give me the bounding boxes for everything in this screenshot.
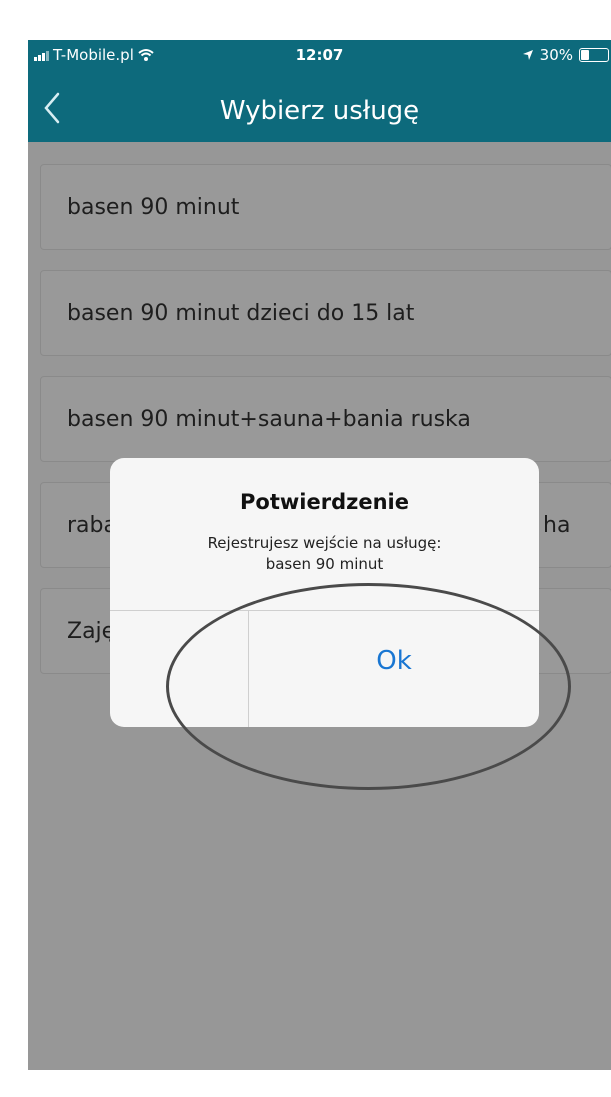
service-item[interactable]: basen 90 minut+sauna+bania ruska <box>40 376 611 462</box>
service-label-suffix: ha <box>543 513 571 538</box>
ok-button[interactable]: Ok <box>249 611 539 727</box>
location-arrow-icon <box>522 50 533 60</box>
dialog-message: Rejestrujesz wejście na usługę: basen 90… <box>130 533 519 575</box>
dialog-message-line: basen 90 minut <box>265 555 384 573</box>
confirmation-dialog: Potwierdzenie Rejestrujesz wejście na us… <box>110 458 539 727</box>
status-right: 30% <box>522 46 609 64</box>
dialog-message-line: Rejestrujesz wejście na usługę: <box>207 534 442 552</box>
service-label: basen 90 minut+sauna+bania ruska <box>67 407 471 432</box>
phone-screen: T-Mobile.pl 12:07 30% Wybierz usługę bas… <box>28 40 611 1070</box>
service-item[interactable]: basen 90 minut dzieci do 15 lat <box>40 270 611 356</box>
page-title: Wybierz usługę <box>219 96 420 126</box>
service-item[interactable]: basen 90 minut <box>40 164 611 250</box>
status-bar: T-Mobile.pl 12:07 30% <box>28 44 611 68</box>
header-bar: T-Mobile.pl 12:07 30% Wybierz usługę <box>28 40 611 142</box>
battery-percent: 30% <box>539 46 573 64</box>
navigation-bar: Wybierz usługę <box>28 80 611 140</box>
service-label: basen 90 minut dzieci do 15 lat <box>67 301 415 326</box>
service-label: basen 90 minut <box>67 195 240 220</box>
service-label: Zaję <box>67 619 116 644</box>
dialog-title: Potwierdzenie <box>240 490 409 514</box>
battery-icon <box>579 48 609 62</box>
